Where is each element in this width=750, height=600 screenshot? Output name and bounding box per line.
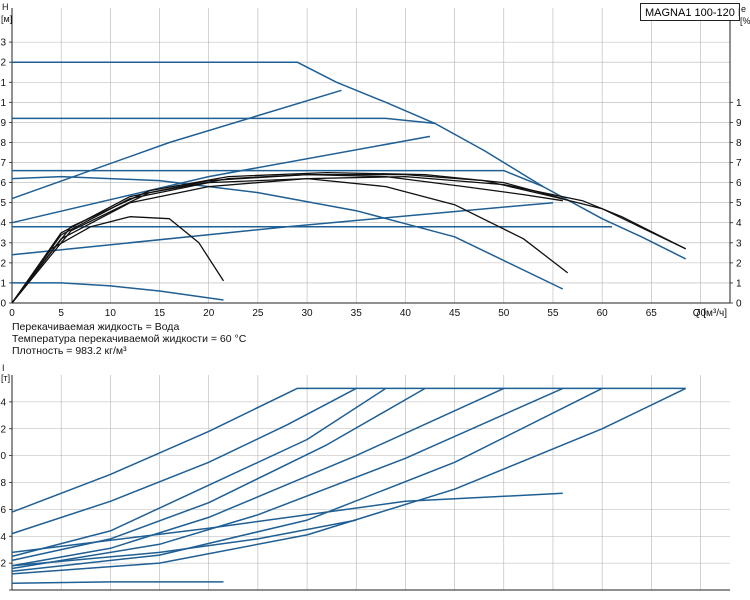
x-tick-label: 15 bbox=[154, 308, 166, 319]
fluid-density: Плотность = 983.2 кг/м³ bbox=[12, 345, 127, 357]
series-line bbox=[11, 581, 224, 585]
series-line bbox=[11, 492, 563, 554]
x-tick-label: 30 bbox=[302, 308, 314, 319]
right-tick-label: 2 bbox=[736, 258, 742, 269]
fluid-type: Перекачиваемая жидкость = Вода bbox=[12, 321, 180, 333]
y-tick-label: 9 bbox=[0, 118, 6, 129]
right-tick-label: 4 bbox=[736, 218, 742, 229]
series-line bbox=[11, 387, 686, 513]
x-tick-label: 35 bbox=[351, 308, 363, 319]
efficiency-unit: [% bbox=[740, 16, 750, 26]
x-tick-label: 55 bbox=[547, 308, 559, 319]
x-tick-label: 25 bbox=[252, 308, 264, 319]
right-tick-label: 0 bbox=[736, 299, 742, 310]
pump-model-label: MAGNA1 100-120 F bbox=[640, 3, 740, 21]
x-tick-label: 10 bbox=[105, 308, 117, 319]
y-tick-label: 8 bbox=[0, 478, 6, 489]
y-tick-label: 6 bbox=[0, 505, 6, 516]
head-symbol: H bbox=[2, 2, 9, 12]
y-tick-label: 0 bbox=[0, 299, 6, 310]
x-tick-label: 20 bbox=[203, 308, 215, 319]
series-line bbox=[11, 387, 387, 558]
right-tick-label: 6 bbox=[736, 178, 742, 189]
power-unit: [т] bbox=[1, 373, 11, 383]
series-line bbox=[11, 201, 554, 256]
y-tick-label: 1 bbox=[0, 98, 6, 109]
y-tick-label: 3 bbox=[0, 238, 6, 249]
y-tick-label: 8 bbox=[0, 138, 6, 149]
series-line bbox=[11, 171, 563, 304]
y-tick-label: 2 bbox=[0, 258, 6, 269]
head-unit: [м] bbox=[1, 14, 13, 24]
right-tick-label: 3 bbox=[736, 238, 742, 249]
power-symbol: I bbox=[2, 363, 5, 373]
series-line bbox=[12, 282, 224, 301]
y-tick-label: 1 bbox=[0, 278, 6, 289]
series-line bbox=[11, 387, 687, 575]
efficiency-symbol: e bbox=[741, 4, 747, 14]
fluid-temperature: Температура перекачиваемой жидкости = 60… bbox=[12, 333, 247, 345]
y-tick-label: 2 bbox=[0, 559, 6, 570]
right-tick-label: 9 bbox=[736, 118, 742, 129]
x-tick-label: 65 bbox=[646, 308, 658, 319]
right-tick-label: 8 bbox=[736, 138, 742, 149]
series-line bbox=[11, 173, 563, 304]
y-tick-label: 6 bbox=[0, 178, 6, 189]
right-tick-label: 1 bbox=[736, 278, 742, 289]
y-tick-label: 5 bbox=[0, 198, 6, 209]
x-tick-label: 60 bbox=[597, 308, 609, 319]
series-line bbox=[11, 173, 686, 304]
right-tick-label: 7 bbox=[736, 158, 742, 169]
y-tick-label: 1 bbox=[0, 78, 6, 89]
x-tick-label: 40 bbox=[400, 308, 412, 319]
y-tick-label: 3 bbox=[0, 38, 6, 49]
x-tick-label: 5 bbox=[58, 308, 64, 319]
head-chart: 01234567891123012345678910 5 10 15 20 25 30 35 4… bbox=[0, 8, 742, 319]
series-line bbox=[12, 61, 687, 260]
x-tick-label: 45 bbox=[449, 308, 461, 319]
y-tick-label: 4 bbox=[0, 397, 6, 408]
power-chart: 2 4 6 8 0 2 4 bbox=[0, 375, 730, 591]
x-tick-label: 50 bbox=[498, 308, 510, 319]
y-tick-label: 0 bbox=[0, 451, 6, 462]
right-tick-label: 5 bbox=[736, 198, 742, 209]
y-tick-label: 2 bbox=[0, 58, 6, 69]
x-axis-label: Q [м³/ч] bbox=[693, 308, 728, 319]
y-tick-label: 4 bbox=[0, 218, 6, 229]
series-line bbox=[11, 175, 686, 304]
y-tick-label: 7 bbox=[0, 158, 6, 169]
series-line bbox=[11, 175, 564, 290]
pump-performance-figure: 01234567891123012345678910 5 10 15 20 25 30 35 4… bbox=[0, 8, 742, 591]
y-tick-label: 2 bbox=[0, 424, 6, 435]
right-tick-label: 1 bbox=[736, 98, 742, 109]
y-tick-label: 4 bbox=[0, 532, 6, 543]
x-tick-label: 0 bbox=[9, 308, 15, 319]
